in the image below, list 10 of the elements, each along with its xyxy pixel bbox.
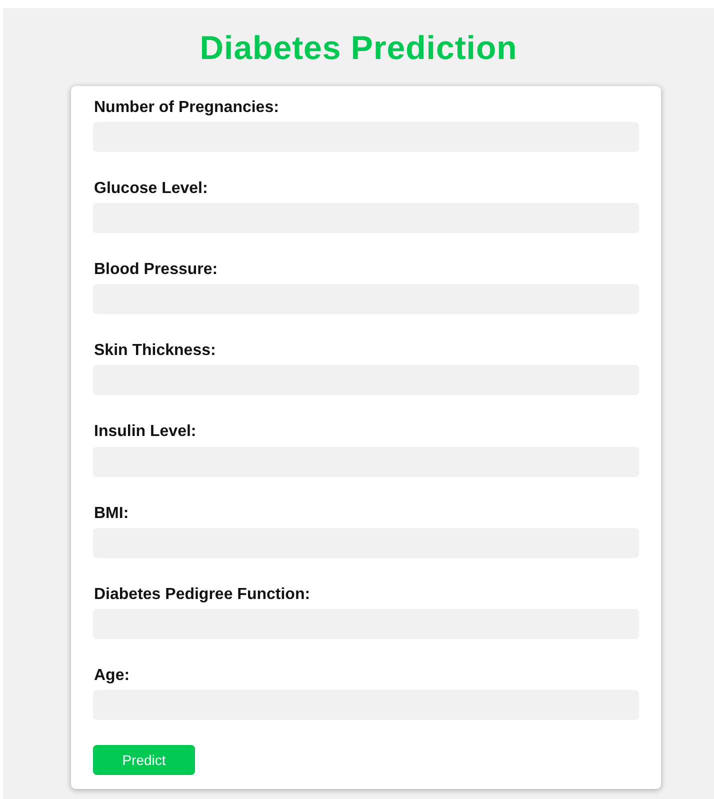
field-label: Diabetes Pedigree Function: — [94, 584, 312, 604]
predict-button[interactable]: Predict — [93, 745, 195, 776]
page-title: Diabetes Prediction — [198, 28, 518, 68]
field-label: Glucose Level: — [94, 178, 209, 198]
field-label: Blood Pressure: — [94, 260, 219, 280]
field-label: BMI: — [94, 504, 130, 523]
field-label: Age: — [94, 666, 131, 686]
field-label: Number of Pregnancies: — [94, 98, 280, 117]
field-label: Insulin Level: — [94, 422, 198, 442]
field-label: Skin Thickness: — [94, 341, 217, 360]
